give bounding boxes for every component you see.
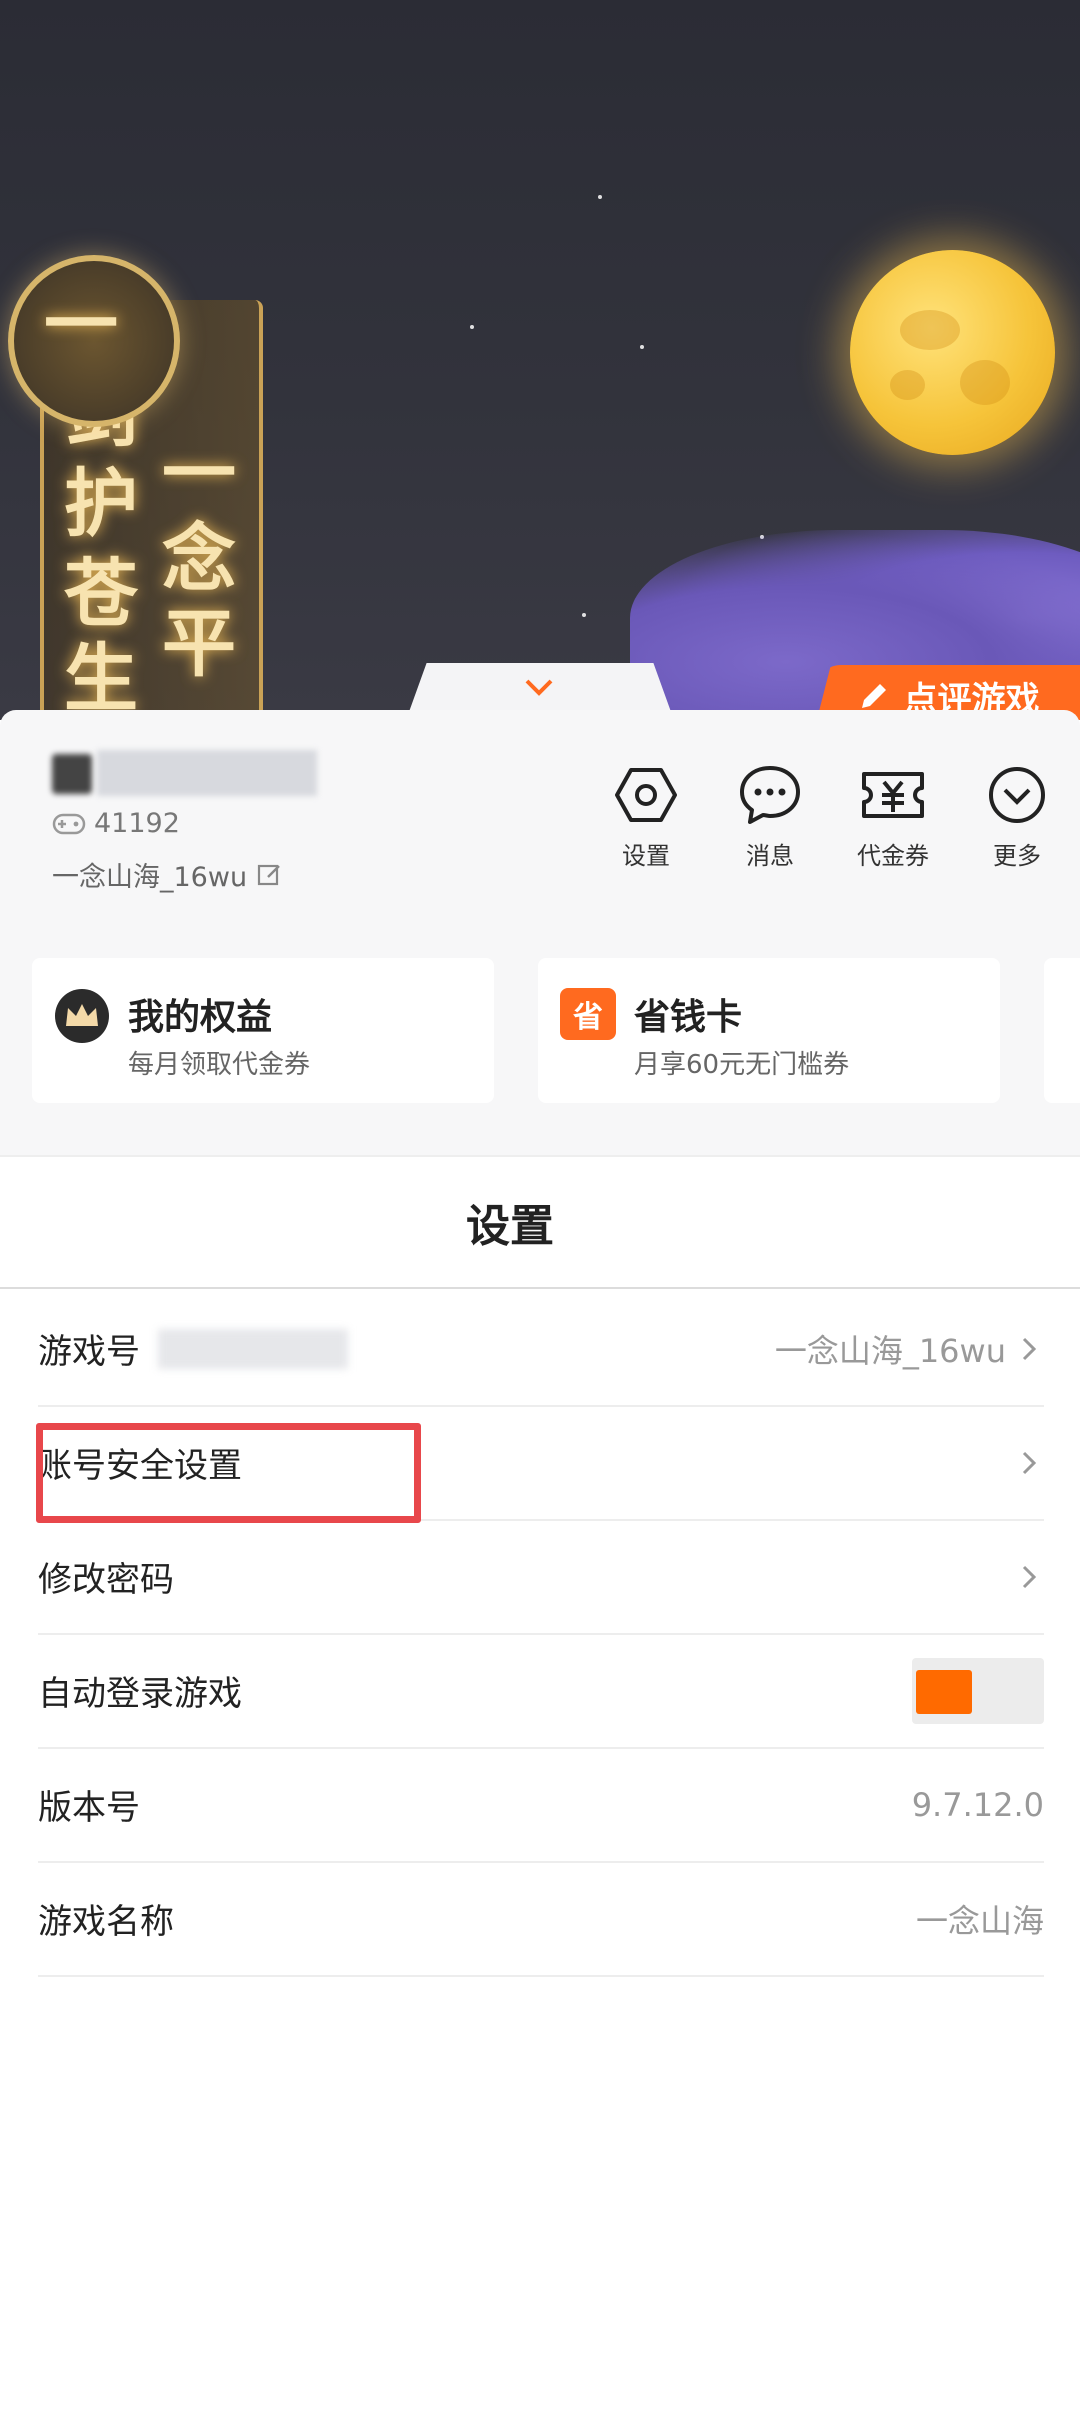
settings-row-change-password[interactable]: 修改密码	[38, 1520, 1044, 1635]
crown-icon	[55, 989, 109, 1043]
edit-icon[interactable]	[257, 862, 283, 888]
row-label: 修改密码	[38, 1560, 174, 1600]
chevron-right-icon	[1022, 1565, 1037, 1588]
messages-label: 消息	[746, 842, 794, 870]
uid-text: 41192	[94, 808, 180, 839]
benefit-subtitle: 月享60元无门槛券	[634, 1050, 850, 1080]
row-value: 9.7.12.0	[911, 1785, 1044, 1824]
benefit-subtitle: 每月领取代金券	[128, 1050, 311, 1080]
row-label: 游戏名称	[38, 1902, 174, 1942]
settings-row-game-id[interactable]: 游戏号 一念山海_16wu	[38, 1292, 1044, 1407]
calligraphy-seal: 一	[8, 255, 180, 427]
auto-login-toggle[interactable]	[912, 1657, 1044, 1724]
settings-row-game-name: 游戏名称 一念山海	[38, 1862, 1044, 1977]
more-label: 更多	[993, 842, 1041, 870]
divider	[0, 1287, 1080, 1289]
settings-row-version: 版本号 9.7.12.0	[38, 1748, 1044, 1863]
toggle-knob	[916, 1669, 972, 1714]
username-text: 一念山海_16wu	[52, 862, 248, 893]
quick-action-voucher[interactable]: 代金券	[833, 762, 953, 872]
message-icon	[740, 766, 800, 824]
calligraphy-char: 护	[64, 461, 138, 547]
row-label: 版本号	[38, 1788, 140, 1828]
star	[598, 195, 602, 199]
row-label: 自动登录游戏	[38, 1674, 242, 1714]
star	[470, 325, 474, 329]
quick-action-settings[interactable]: 设置	[586, 762, 706, 872]
highlight-box	[36, 1423, 421, 1523]
moon-illustration	[850, 250, 1055, 455]
voucher-icon	[862, 772, 924, 818]
row-label: 游戏号	[38, 1332, 140, 1372]
voucher-label: 代金券	[857, 842, 929, 870]
chevron-right-icon	[1022, 1337, 1037, 1360]
calligraphy-char: 苍	[64, 551, 138, 637]
uid-row: 41192	[52, 808, 180, 839]
benefit-card-partial[interactable]	[1044, 958, 1080, 1103]
row-value: 一念山海_16wu	[774, 1331, 1006, 1370]
settings-title: 设置	[466, 1201, 554, 1252]
row-value: 一念山海	[915, 1901, 1044, 1940]
quick-action-messages[interactable]: 消息	[710, 762, 830, 872]
chevron-right-icon	[1022, 1451, 1037, 1474]
avatar-name-blurred	[52, 750, 322, 798]
settings-row-auto-login: 自动登录游戏	[38, 1634, 1044, 1749]
calligraphy-char: 生	[64, 636, 138, 720]
chevron-down-icon	[525, 679, 553, 696]
quick-action-more[interactable]: 更多	[957, 762, 1077, 872]
benefit-title: 我的权益	[128, 997, 273, 1038]
star	[640, 345, 644, 349]
benefit-card-rights[interactable]: 我的权益 每月领取代金券	[32, 958, 494, 1103]
blurred-id	[158, 1328, 348, 1369]
game-banner: 剑 护 苍 生 一 念 平 一 点评游戏	[0, 0, 1080, 720]
benefit-card-save[interactable]: 省 省钱卡 月享60元无门槛券	[538, 958, 1000, 1103]
calligraphy-char: 一	[44, 282, 118, 368]
settings-icon	[615, 768, 677, 822]
pencil-icon	[861, 684, 886, 708]
calligraphy-char: 念	[162, 516, 236, 602]
calligraphy-char: 一	[162, 431, 236, 517]
benefit-title: 省钱卡	[634, 997, 743, 1038]
star	[582, 613, 586, 617]
gamepad-icon	[52, 813, 86, 834]
username-row[interactable]: 一念山海_16wu	[52, 855, 283, 894]
more-icon	[989, 767, 1045, 823]
save-card-icon: 省	[560, 988, 616, 1040]
calligraphy-char: 平	[162, 601, 236, 687]
settings-label: 设置	[622, 842, 670, 870]
